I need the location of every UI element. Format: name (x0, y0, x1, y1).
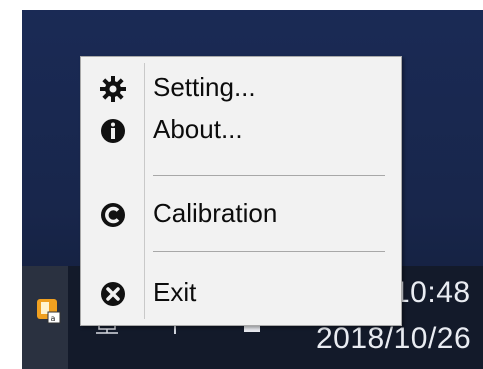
clock-time[interactable]: 10:48 (393, 276, 471, 310)
menu-item-about[interactable]: About... (81, 111, 401, 151)
menu-item-about-label: About... (153, 114, 243, 144)
exit-icon (101, 282, 125, 306)
menu-item-exit[interactable]: Exit (81, 274, 401, 314)
info-icon (101, 119, 125, 143)
clock-date[interactable]: 2018/10/26 (316, 322, 471, 356)
menu-separator (153, 175, 385, 176)
menu-item-calibration-label: Calibration (153, 198, 278, 228)
menu-item-exit-label: Exit (153, 277, 197, 307)
context-menu: Setting... About... Calibration Exit (80, 56, 402, 326)
menu-item-setting-label: Setting... (153, 72, 256, 102)
menu-item-calibration[interactable]: Calibration (81, 195, 401, 235)
svg-text:a: a (51, 314, 56, 323)
menu-item-setting[interactable]: Setting... (81, 69, 401, 109)
menu-separator (153, 251, 385, 252)
gear-icon (100, 76, 126, 102)
tray-app-icon[interactable]: a (36, 298, 62, 324)
calibration-icon (101, 203, 125, 227)
